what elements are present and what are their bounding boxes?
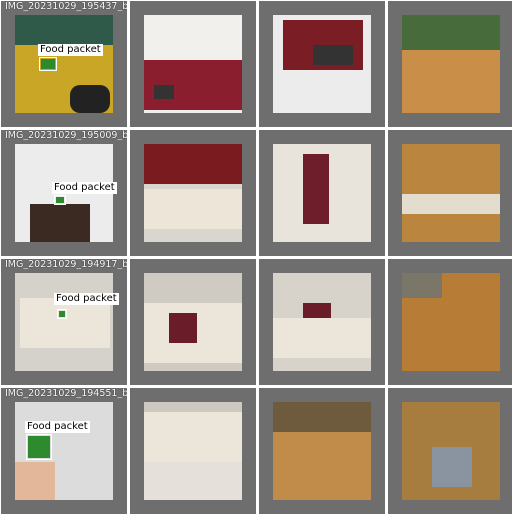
detection-box [54, 195, 66, 205]
detection-box [26, 434, 52, 460]
tile-photo [144, 15, 242, 113]
tile-photo [15, 273, 113, 371]
tile-photo [144, 273, 242, 371]
tile-photo [273, 144, 371, 242]
tile-photo [402, 15, 500, 113]
grid-tile[interactable]: Food packet [259, 259, 385, 385]
detection-label: Food packet [52, 182, 117, 194]
detection-label: Food packet [25, 421, 90, 433]
tile-photo [273, 273, 371, 371]
grid-tile[interactable] [130, 130, 256, 256]
grid-tile[interactable]: Food packet [388, 130, 512, 256]
tile-photo [402, 273, 500, 371]
tile-photo [15, 15, 113, 113]
detection-label: Food packet [54, 293, 119, 305]
grid-tile[interactable]: Food packet [130, 259, 256, 385]
tile-photo [402, 402, 500, 500]
image-grid: IMG_20231029_195437_bU5438871029571...51… [0, 0, 512, 514]
tile-caption: IMG_20231029_194917_bU5288042...d794322_… [5, 259, 127, 270]
tile-photo [402, 144, 500, 242]
tile-photo [144, 144, 242, 242]
grid-tile[interactable]: Food packet [259, 388, 385, 514]
grid-tile[interactable]: IMG_20231029_195437_bU5438871029571...51… [1, 1, 127, 127]
detection-box [39, 57, 57, 71]
grid-tile[interactable]: Food packet [259, 130, 385, 256]
grid-tile[interactable]: Food packet [388, 259, 512, 385]
tile-caption: IMG_20231029_195009_bU5920231029..297354… [5, 130, 127, 141]
grid-tile[interactable]: IMG_20231029_195009_bU5920231029..297354… [1, 130, 127, 256]
grid-tile[interactable]: Food packet [130, 388, 256, 514]
grid-tile[interactable]: IMG_20231029_194551_bU5e2021308...84306_… [1, 388, 127, 514]
tile-photo [273, 15, 371, 113]
grid-tile[interactable]: Food packet [388, 1, 512, 127]
tile-photo [144, 402, 242, 500]
grid-tile[interactable]: Food packet [259, 1, 385, 127]
tile-caption: IMG_20231029_195437_bU5438871029571...51… [5, 1, 127, 12]
grid-tile[interactable]: Food packet [130, 1, 256, 127]
detection-box [57, 309, 67, 319]
tile-photo [273, 402, 371, 500]
grid-tile[interactable]: IMG_20231029_194917_bU5288042...d794322_… [1, 259, 127, 385]
tile-caption: IMG_20231029_194551_bU5e2021308...84306_… [5, 388, 127, 399]
grid-tile[interactable]: Food packet [388, 388, 512, 514]
detection-label: Food packet [38, 44, 103, 56]
